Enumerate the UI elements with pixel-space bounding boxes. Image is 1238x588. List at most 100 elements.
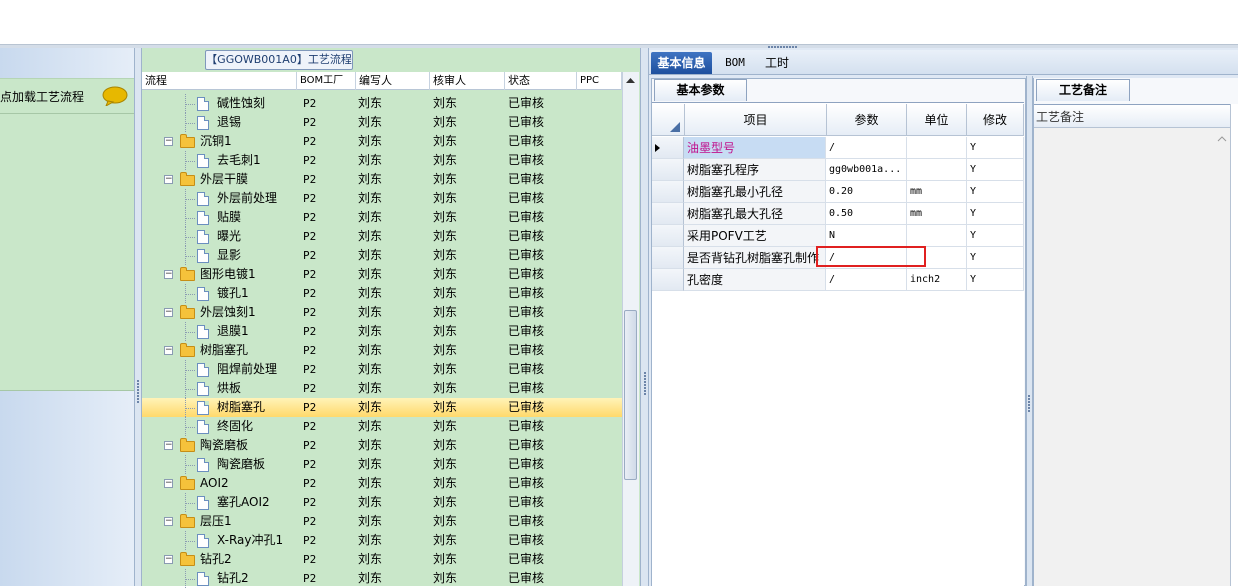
tree-node-step[interactable]: 陶瓷磨板 P2 刘东 刘东 已审核: [142, 455, 622, 474]
param-unit-cell[interactable]: [907, 159, 967, 181]
tree-node-step[interactable]: 贴膜 P2 刘东 刘东 已审核: [142, 208, 622, 227]
tree-node-folder[interactable]: − 图形电镀1 P2 刘东 刘东 已审核: [142, 265, 622, 284]
param-value-cell[interactable]: N: [826, 225, 907, 247]
col-header-process[interactable]: 流程: [142, 72, 297, 90]
params-row[interactable]: 树脂塞孔程序 gg0wb001a... Y: [652, 159, 1024, 181]
collapse-toggle-icon[interactable]: −: [164, 308, 173, 317]
param-value-cell[interactable]: gg0wb001a...: [826, 159, 907, 181]
tree-node-step[interactable]: 退锡 P2 刘东 刘东 已审核: [142, 113, 622, 132]
tree-node-step[interactable]: 钻孔2 P2 刘东 刘东 已审核: [142, 569, 622, 588]
collapse-toggle-icon[interactable]: −: [164, 441, 173, 450]
notes-grid-body[interactable]: [1034, 128, 1230, 586]
col-header-writer[interactable]: 编写人: [356, 72, 430, 90]
param-unit-cell[interactable]: mm: [907, 203, 967, 225]
param-modify-cell[interactable]: Y: [967, 159, 1024, 181]
grid-header-modify[interactable]: 修改: [967, 104, 1024, 136]
row-selector[interactable]: [652, 181, 684, 203]
param-unit-cell[interactable]: mm: [907, 181, 967, 203]
col-header-ppc[interactable]: PPC: [577, 72, 622, 90]
tree-node-step[interactable]: 外层前处理 P2 刘东 刘东 已审核: [142, 189, 622, 208]
left-splitter[interactable]: [134, 48, 142, 586]
notes-scrollbar[interactable]: [1214, 128, 1230, 586]
middle-splitter[interactable]: [640, 48, 649, 586]
param-unit-cell[interactable]: [907, 225, 967, 247]
collapse-toggle-icon[interactable]: −: [164, 479, 173, 488]
params-row[interactable]: 树脂塞孔最小孔径 0.20 mm Y: [652, 181, 1024, 203]
splitter-grip-dot: [774, 46, 776, 48]
params-row[interactable]: 油墨型号 / Y: [652, 137, 1024, 159]
param-item-cell: 油墨型号: [684, 137, 826, 159]
tree-node-step[interactable]: 碱性蚀刻 P2 刘东 刘东 已审核: [142, 94, 622, 113]
top-splitter-grip[interactable]: [755, 44, 815, 50]
param-value-cell[interactable]: 0.50: [826, 203, 907, 225]
notes-scroll-up-icon[interactable]: [1216, 134, 1228, 144]
row-selector[interactable]: [652, 269, 684, 291]
tree-node-step[interactable]: 显影 P2 刘东 刘东 已审核: [142, 246, 622, 265]
param-value-cell[interactable]: 0.20: [826, 181, 907, 203]
collapse-toggle-icon[interactable]: −: [164, 175, 173, 184]
param-modify-cell[interactable]: Y: [967, 225, 1024, 247]
tree-cell-writer: 刘东: [358, 229, 383, 243]
tree-node-folder[interactable]: − 外层干膜 P2 刘东 刘东 已审核: [142, 170, 622, 189]
subtab-process-notes[interactable]: 工艺备注: [1036, 79, 1130, 101]
params-row[interactable]: 树脂塞孔最大孔径 0.50 mm Y: [652, 203, 1024, 225]
col-header-status[interactable]: 状态: [505, 72, 577, 90]
folder-icon: [180, 552, 195, 566]
collapse-toggle-icon[interactable]: −: [164, 137, 173, 146]
col-header-bom-factory[interactable]: BOM工厂: [297, 72, 356, 90]
tree-node-step[interactable]: 退膜1 P2 刘东 刘东 已审核: [142, 322, 622, 341]
param-unit-cell[interactable]: [907, 137, 967, 159]
col-header-reviewer[interactable]: 核审人: [430, 72, 505, 90]
tree-node-step[interactable]: X-Ray冲孔1 P2 刘东 刘东 已审核: [142, 531, 622, 550]
collapse-toggle-icon[interactable]: −: [164, 555, 173, 564]
param-value-cell[interactable]: /: [826, 137, 907, 159]
tree-node-folder[interactable]: − 外层蚀刻1 P2 刘东 刘东 已审核: [142, 303, 622, 322]
row-selector[interactable]: [652, 159, 684, 181]
tree-cell-status: 已审核: [508, 115, 545, 129]
splitter-grip-dot: [1028, 401, 1030, 403]
param-modify-cell[interactable]: Y: [967, 203, 1024, 225]
tree-scrollbar-thumb[interactable]: [624, 310, 637, 480]
row-selector[interactable]: [652, 247, 684, 269]
notes-column-header[interactable]: 工艺备注: [1036, 108, 1084, 125]
tree-node-step[interactable]: 终固化 P2 刘东 刘东 已审核: [142, 417, 622, 436]
params-row[interactable]: 孔密度 / inch2 Y: [652, 269, 1024, 291]
param-modify-cell[interactable]: Y: [967, 181, 1024, 203]
tree-guide-line: [185, 408, 195, 409]
tree-node-step[interactable]: 塞孔AOI2 P2 刘东 刘东 已审核: [142, 493, 622, 512]
tree-node-step[interactable]: 烘板 P2 刘东 刘东 已审核: [142, 379, 622, 398]
subtab-basic-params[interactable]: 基本参数: [654, 79, 747, 101]
tree-node-step[interactable]: 阻焊前处理 P2 刘东 刘东 已审核: [142, 360, 622, 379]
grid-header-param[interactable]: 参数: [827, 104, 907, 136]
row-selector[interactable]: [652, 137, 684, 159]
tab-bom[interactable]: BOM: [718, 52, 752, 74]
tree-node-folder[interactable]: − 树脂塞孔 P2 刘东 刘东 已审核: [142, 341, 622, 360]
tree-node-folder[interactable]: − 钻孔2 P2 刘东 刘东 已审核: [142, 550, 622, 569]
tree-node-step[interactable]: 去毛刺1 P2 刘东 刘东 已审核: [142, 151, 622, 170]
grid-corner[interactable]: [652, 104, 685, 136]
grid-header-unit[interactable]: 单位: [907, 104, 967, 136]
grid-header-item[interactable]: 项目: [685, 104, 827, 136]
tree-node-folder[interactable]: − 层压1 P2 刘东 刘东 已审核: [142, 512, 622, 531]
collapse-toggle-icon[interactable]: −: [164, 517, 173, 526]
row-selector[interactable]: [652, 203, 684, 225]
param-value-cell[interactable]: /: [826, 269, 907, 291]
param-modify-cell[interactable]: Y: [967, 137, 1024, 159]
tab-basic-info[interactable]: 基本信息: [651, 52, 712, 74]
param-modify-cell[interactable]: Y: [967, 247, 1024, 269]
tab-work-hours[interactable]: 工时: [760, 52, 794, 74]
row-selector[interactable]: [652, 225, 684, 247]
tree-node-step[interactable]: 曝光 P2 刘东 刘东 已审核: [142, 227, 622, 246]
tree-node-folder[interactable]: − AOI2 P2 刘东 刘东 已审核: [142, 474, 622, 493]
collapse-toggle-icon[interactable]: −: [164, 346, 173, 355]
tree-node-folder[interactable]: − 陶瓷磨板 P2 刘东 刘东 已审核: [142, 436, 622, 455]
param-unit-cell[interactable]: inch2: [907, 269, 967, 291]
tree-node-folder[interactable]: − 沉铜1 P2 刘东 刘东 已审核: [142, 132, 622, 151]
tree-node-step[interactable]: 镀孔1 P2 刘东 刘东 已审核: [142, 284, 622, 303]
right-splitter[interactable]: [1026, 76, 1033, 586]
tree-node-step[interactable]: 树脂塞孔 P2 刘东 刘东 已审核: [142, 398, 622, 417]
collapse-toggle-icon[interactable]: −: [164, 270, 173, 279]
param-modify-cell[interactable]: Y: [967, 269, 1024, 291]
scroll-up-arrow-icon[interactable]: [624, 74, 637, 87]
params-row[interactable]: 采用POFV工艺 N Y: [652, 225, 1024, 247]
